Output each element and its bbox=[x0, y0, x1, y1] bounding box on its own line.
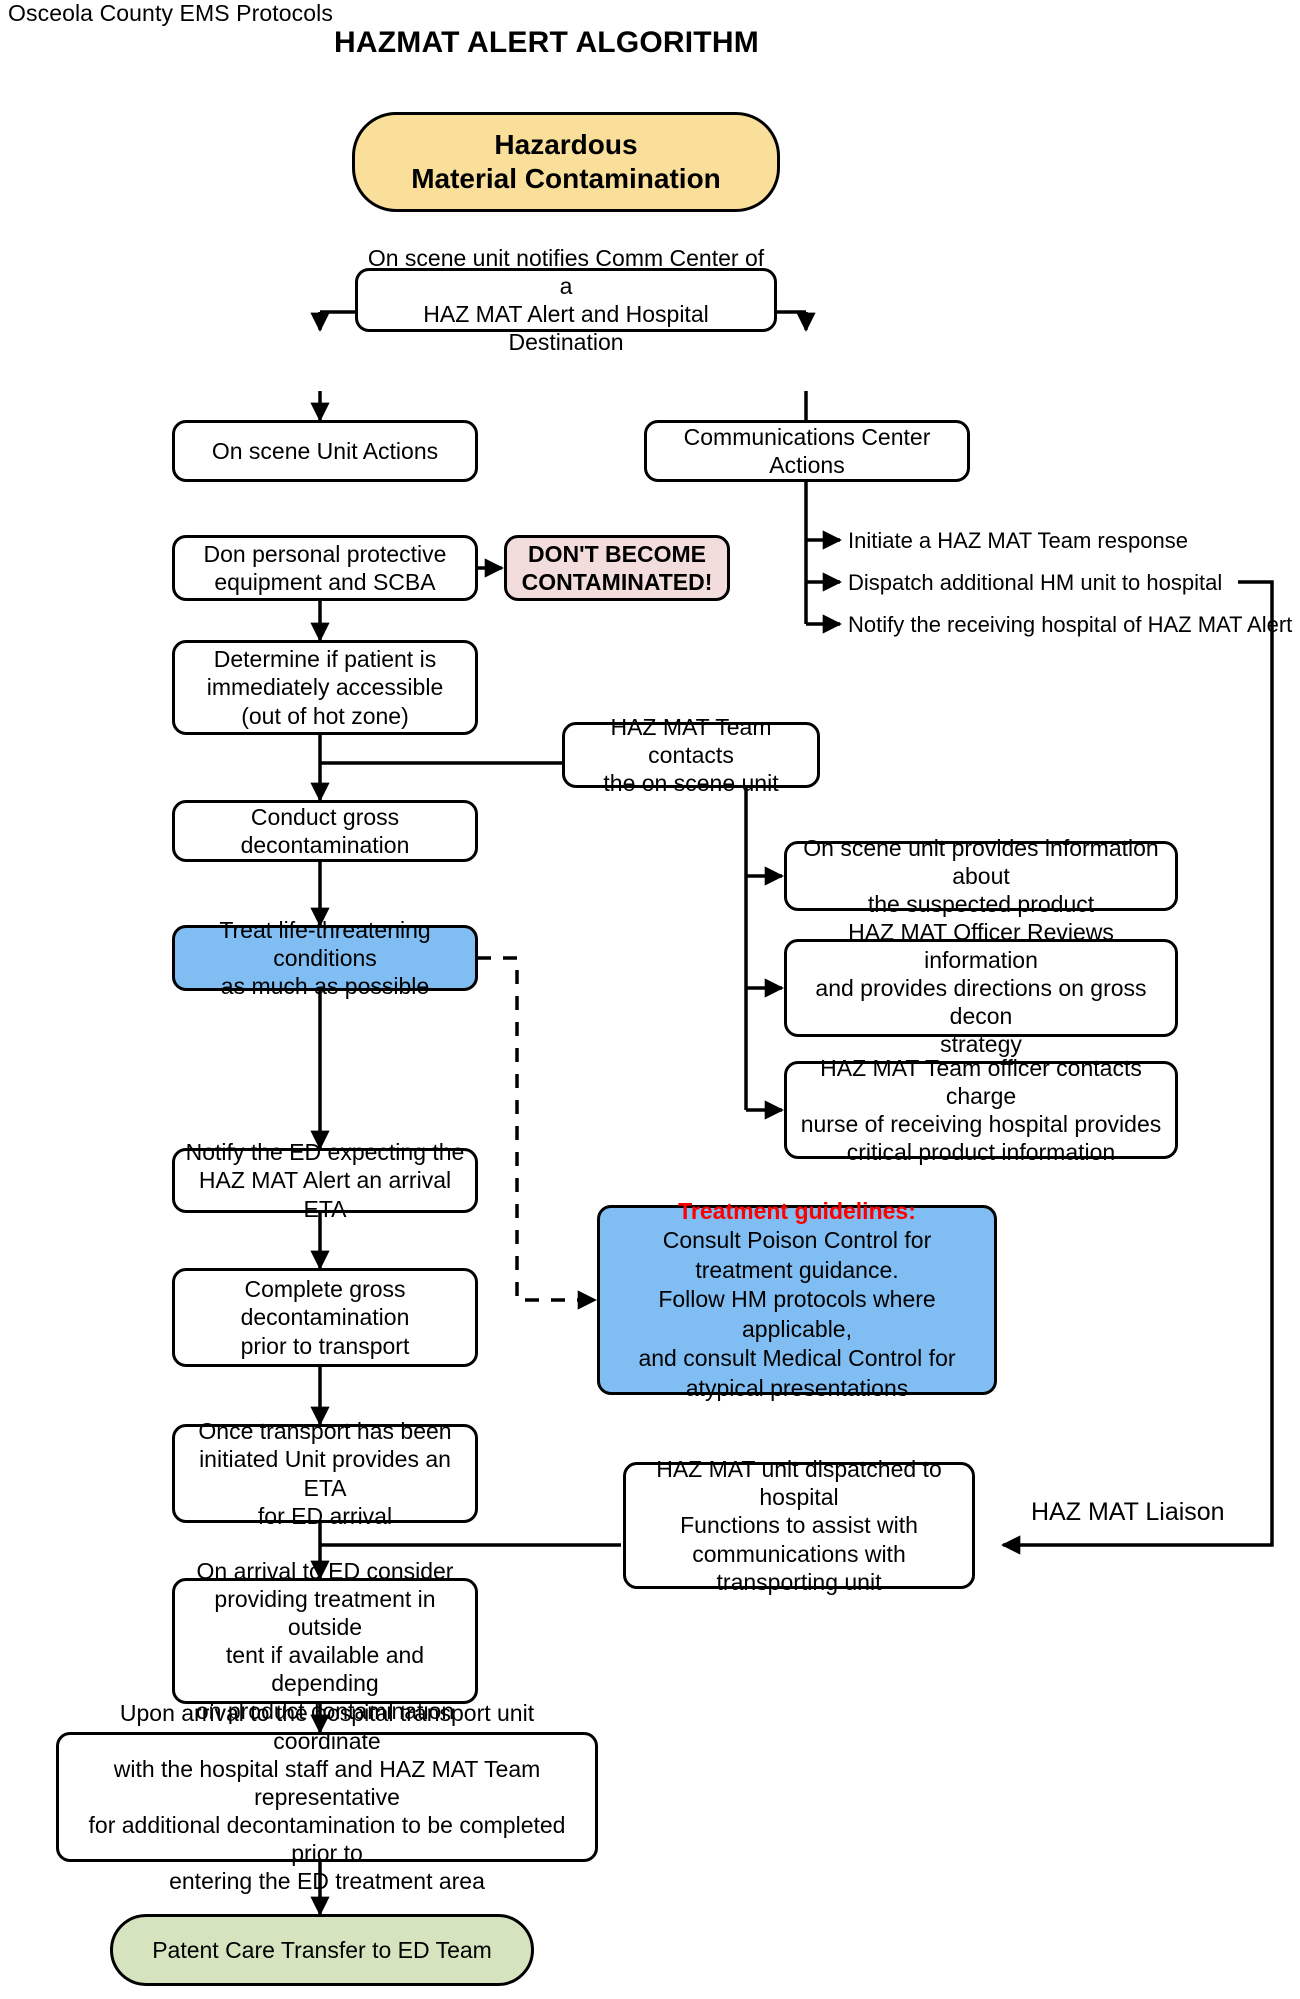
node-determine-patient-accessible[interactable]: Determine if patient is immediately acce… bbox=[172, 640, 478, 735]
node-officer-contacts-charge-nurse[interactable]: HAZ MAT Team officer contacts charge nur… bbox=[784, 1055, 1178, 1165]
node-complete-gross-decon[interactable]: Complete gross decontamination prior to … bbox=[172, 1268, 478, 1367]
node-treat-life-threatening[interactable]: Treat life-threatening conditions as muc… bbox=[172, 917, 478, 999]
hazmat-alert-algorithm-flowchart: Osceola County EMS Protocols HAZMAT ALER… bbox=[0, 0, 1300, 1999]
node-notify-comm-center[interactable]: On scene unit notifies Comm Center of a … bbox=[355, 245, 777, 355]
treatment-guidelines-title: Treatment guidelines: bbox=[678, 1197, 916, 1224]
node-upon-arrival-hospital[interactable]: Upon arrival to the hospital transport u… bbox=[56, 1700, 598, 1894]
node-hazmat-team-contacts[interactable]: HAZ MAT Team contacts the on scene unit bbox=[562, 714, 820, 796]
node-communications-center-actions[interactable]: Communications Center Actions bbox=[644, 420, 970, 482]
node-on-scene-provides-info[interactable]: On scene unit provides information about… bbox=[784, 835, 1178, 917]
node-hazmat-unit-dispatched[interactable]: HAZ MAT unit dispatched to hospital Func… bbox=[623, 1456, 975, 1595]
label-hazmat-liaison: HAZ MAT Liaison bbox=[1031, 1498, 1225, 1526]
comm-bullet-dispatch-hm-unit: Dispatch additional HM unit to hospital bbox=[848, 570, 1223, 595]
node-notify-ed[interactable]: Notify the ED expecting the HAZ MAT Aler… bbox=[172, 1139, 478, 1222]
node-start[interactable]: Hazardous Material Contamination bbox=[352, 112, 780, 212]
node-on-arrival-ed[interactable]: On arrival to ED consider providing trea… bbox=[172, 1558, 478, 1724]
page-header: Osceola County EMS Protocols bbox=[8, 0, 333, 26]
node-treatment-guidelines[interactable]: Treatment guidelines: Consult Poison Con… bbox=[597, 1198, 997, 1401]
node-on-scene-unit-actions[interactable]: On scene Unit Actions bbox=[172, 420, 478, 482]
node-don-ppe[interactable]: Don personal protective equipment and SC… bbox=[172, 535, 478, 601]
node-hazmat-officer-reviews[interactable]: HAZ MAT Officer Reviews information and … bbox=[784, 919, 1178, 1057]
node-dont-become-contaminated[interactable]: DON'T BECOME CONTAMINATED! bbox=[504, 535, 730, 601]
node-conduct-gross-decon[interactable]: Conduct gross decontamination bbox=[172, 800, 478, 862]
node-patient-care-transfer[interactable]: Patent Care Transfer to ED Team bbox=[110, 1914, 534, 1986]
page-title: HAZMAT ALERT ALGORITHM bbox=[334, 26, 759, 59]
node-once-transport-initiated[interactable]: Once transport has been initiated Unit p… bbox=[172, 1418, 478, 1529]
treatment-guidelines-body: Consult Poison Control for treatment gui… bbox=[638, 1227, 956, 1401]
comm-bullet-notify-receiving-hospital: Notify the receiving hospital of HAZ MAT… bbox=[848, 612, 1293, 637]
comm-bullet-initiate-team-response: Initiate a HAZ MAT Team response bbox=[848, 528, 1188, 553]
